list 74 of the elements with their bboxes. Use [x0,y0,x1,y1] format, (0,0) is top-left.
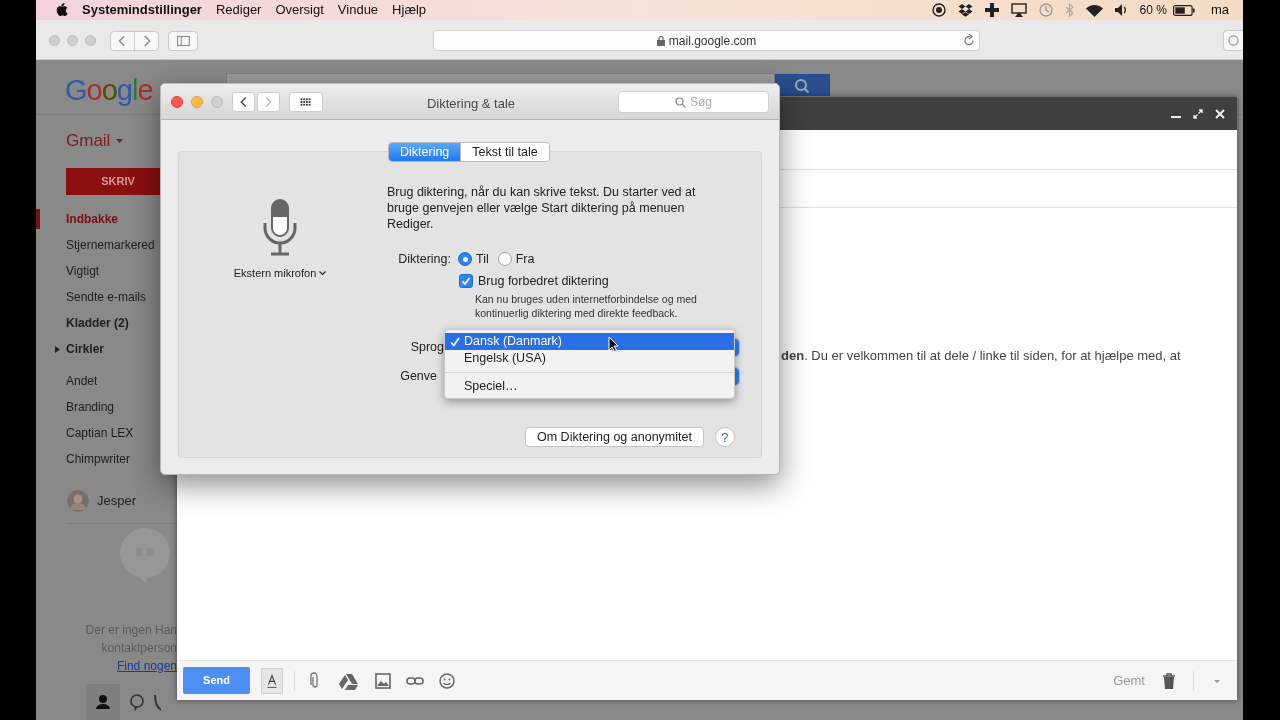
folder-item[interactable]: Chimpwriter [66,450,130,468]
description-text: Brug diktering, når du kan skrive tekst. Du starter ved at bruge genvejen eller vælge Start diktering på menuen Rediger. [387,184,697,232]
field-label: Diktering: [397,250,451,268]
photo-icon[interactable] [374,671,392,690]
menu-item[interactable]: Systemindstillinger [82,0,202,20]
folder-item[interactable]: Stjernemarkered [66,236,155,254]
about-button[interactable]: Om Diktering og anonymitet [525,426,704,447]
find-link[interactable]: Find nogen [116,657,177,675]
box-icon[interactable] [957,3,973,17]
menu-clock[interactable]: ma [1210,0,1229,20]
cursor-icon [608,336,619,352]
window-control[interactable] [171,96,183,108]
body-text: den. Du er velkommen til at dele / linke til siden, for at hjælpe med, at [781,347,1181,365]
battery-icon[interactable] [1172,4,1195,16]
record-icon[interactable] [931,3,946,17]
sidebar-icon[interactable] [168,31,198,51]
checkmark-icon [461,276,471,287]
tab[interactable]: Diktering [389,143,461,161]
radio-button[interactable]: Fra [497,249,535,269]
drive-icon[interactable] [339,671,359,690]
selection-bar [36,209,40,229]
person-icon[interactable] [86,684,120,720]
menu-item[interactable]: Hjælp [392,0,427,20]
cross-icon[interactable] [984,3,999,17]
menu-item[interactable]: Rediger [215,0,262,20]
search-icon [675,96,686,108]
radio-button[interactable]: Til [458,249,489,269]
reload-icon[interactable] [963,34,975,47]
user-name[interactable]: Jesper [97,491,137,511]
address-bar[interactable]: mail.google.com [433,30,980,51]
volume-icon[interactable] [1114,4,1128,16]
chat-bubble-icon [118,528,173,584]
note-text: Kan nu bruges uden internetforbindelse og med kontinuerlig diktering med direkte feedback. [475,291,698,320]
microphone-selector[interactable]: Ekstern mikrofon [233,265,327,282]
expand-icon[interactable] [1193,108,1203,119]
folder-item[interactable]: Branding [66,398,115,416]
menu-item[interactable]: Speciel… [445,378,734,395]
help-button[interactable]: ? [714,426,735,447]
field-label: Genve [399,368,438,386]
back-icon[interactable] [232,92,255,112]
chevron-icon [319,270,327,276]
gmail-menu[interactable]: Gmail [66,128,124,154]
menu-item[interactable]: Oversigt [275,0,324,20]
search-placeholder: Søg [690,94,712,111]
tab[interactable]: Tekst til tale [460,143,549,161]
folder-item[interactable]: Vigtigt [66,262,100,280]
folder-item[interactable]: Kladder (2) [66,314,129,332]
address-text: mail.google.com [668,32,757,50]
apple-icon[interactable] [56,3,68,17]
menu-item[interactable]: Dansk (Danmark) [445,333,734,350]
trash-icon[interactable] [1162,672,1176,689]
emoji-icon[interactable] [438,671,456,690]
window-title: Diktering & tale [426,95,516,113]
folder-item[interactable]: Cirkler [66,340,105,358]
lock-icon [656,35,665,46]
battery-percentage: 60 % [1139,2,1167,19]
folder-item[interactable]: Sendte e-mails [66,288,147,306]
menu-item[interactable]: Engelsk (USA) [445,350,734,367]
close-icon[interactable] [1215,108,1225,119]
folder-item[interactable]: Andet [66,372,98,390]
search-button[interactable] [775,74,830,96]
checkbox[interactable]: Brug forbedret diktering [459,272,747,291]
grid-icon[interactable] [289,92,323,112]
expand-arrow-icon[interactable] [55,346,60,353]
microphone-icon [262,199,298,257]
field-label: Sprog [409,339,444,357]
caret-icon [116,138,124,143]
menu-item[interactable]: Vindue [337,0,379,20]
format-icon[interactable] [261,667,283,694]
folder-item[interactable]: Captian LEX [66,424,134,442]
wifi-icon[interactable] [1085,3,1103,17]
folder-item[interactable]: Indbakke [66,210,119,228]
send-button[interactable]: Send [183,667,250,694]
save-status: Gemt [1113,671,1145,690]
